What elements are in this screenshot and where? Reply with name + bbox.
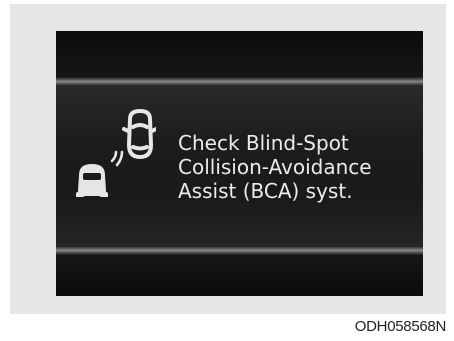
blind-spot-collision-assist-icon [76,109,156,197]
screenshot-frame: Check Blind-Spot Collision-Avoidance Ass… [10,4,446,314]
warning-message: Check Blind-Spot Collision-Avoidance Ass… [178,131,418,203]
detection-wave-icon [110,150,124,167]
warning-message-line-1: Check Blind-Spot [178,131,349,155]
display-top-band [56,77,423,85]
display-bottom-band [56,247,423,255]
display-bottom-bar [56,255,423,296]
image-reference-code: ODH058568N [354,318,447,335]
warning-message-line-3: Assist (BCA) syst. [178,179,353,203]
approaching-car-icon [76,164,108,197]
warning-message-line-2: Collision-Avoidance [178,155,372,179]
cluster-display: Check Blind-Spot Collision-Avoidance Ass… [56,31,423,296]
display-top-bar [56,31,423,77]
own-car-icon [122,109,156,159]
